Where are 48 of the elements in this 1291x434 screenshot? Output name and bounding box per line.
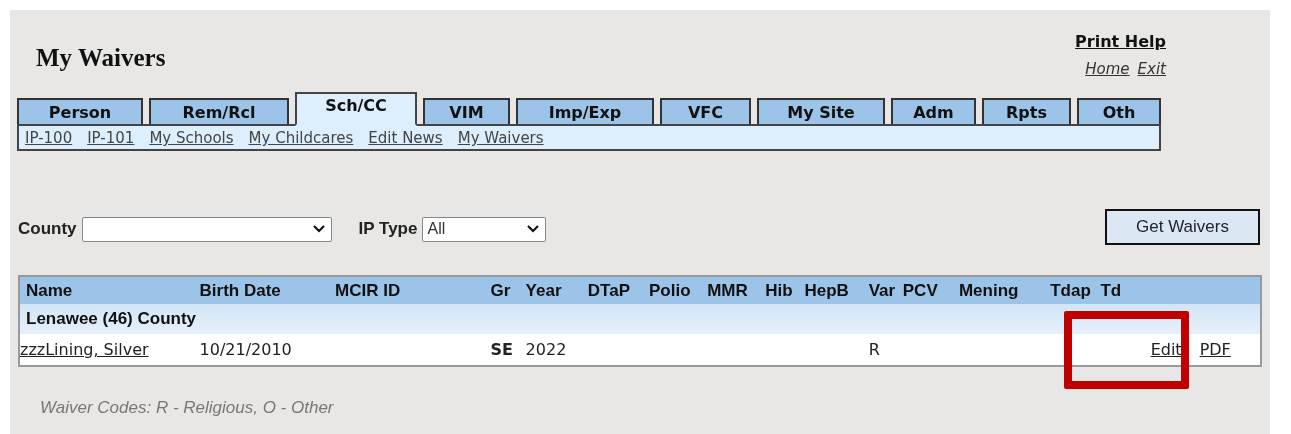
column-header: Hib (765, 276, 805, 304)
county-dropdown[interactable] (81, 216, 332, 242)
column-header: Tdap (1050, 276, 1101, 304)
column-header: Var (868, 276, 903, 304)
get-waivers-button[interactable]: Get Waivers (1105, 209, 1260, 245)
ip-type-dropdown[interactable]: All (422, 216, 547, 242)
subnav-link[interactable]: IP-100 (25, 129, 73, 146)
column-header: Polio (649, 276, 708, 304)
column-header: Birth Date (199, 276, 335, 304)
nav-tab[interactable]: VIM (423, 98, 510, 124)
grade-text: SE (490, 340, 513, 359)
column-header: PCV (902, 276, 959, 304)
column-header: HepB (804, 276, 869, 304)
nav-tab[interactable]: Adm (891, 98, 976, 124)
print-help-link[interactable]: Print Help (1075, 32, 1166, 51)
column-header: MCIR ID (335, 276, 491, 304)
nav-tab[interactable]: Imp/Exp (516, 98, 654, 124)
subnav-link[interactable]: Edit News (368, 129, 443, 146)
ip-type-label: IP Type (358, 219, 418, 239)
nav-tab[interactable]: My Site (757, 98, 885, 124)
column-header: Gr (490, 276, 526, 304)
chevron-down-icon (527, 225, 540, 233)
nav-tab[interactable]: VFC (660, 98, 751, 124)
waiver-code-text: R (868, 340, 880, 359)
subnav-link[interactable]: My Childcares (248, 129, 354, 146)
county-label: County (18, 219, 77, 239)
column-header: Mening (958, 276, 1051, 304)
page-title: My Waivers (36, 44, 166, 73)
subnav-link[interactable]: IP-101 (87, 129, 135, 146)
group-heading: Lenawee (46) County (26, 309, 197, 328)
chevron-down-icon (312, 225, 325, 233)
birth-date-text: 10/21/2010 (199, 340, 292, 359)
nav-tab[interactable]: Rpts (982, 98, 1071, 124)
column-header: DTaP (587, 276, 649, 304)
nav-tab[interactable]: Oth (1077, 98, 1161, 124)
nav-tab[interactable]: Person (17, 98, 143, 124)
year-text: 2022 (525, 340, 567, 359)
column-header: Name (19, 276, 200, 304)
exit-link[interactable]: Exit (1137, 60, 1166, 78)
column-header: MMR (707, 276, 766, 304)
column-header: Td (1100, 276, 1136, 304)
waiver-codes-note: Waiver Codes: R - Religious, O - Other (40, 398, 335, 418)
subnav-link[interactable]: My Waivers (457, 129, 544, 146)
nav-tab[interactable]: Rem/Rcl (149, 98, 289, 124)
column-header: Year (525, 276, 588, 304)
home-link[interactable]: Home (1085, 60, 1130, 78)
subnav-link[interactable]: My Schools (149, 129, 234, 146)
nav-tab[interactable]: Sch/CC (295, 92, 417, 126)
